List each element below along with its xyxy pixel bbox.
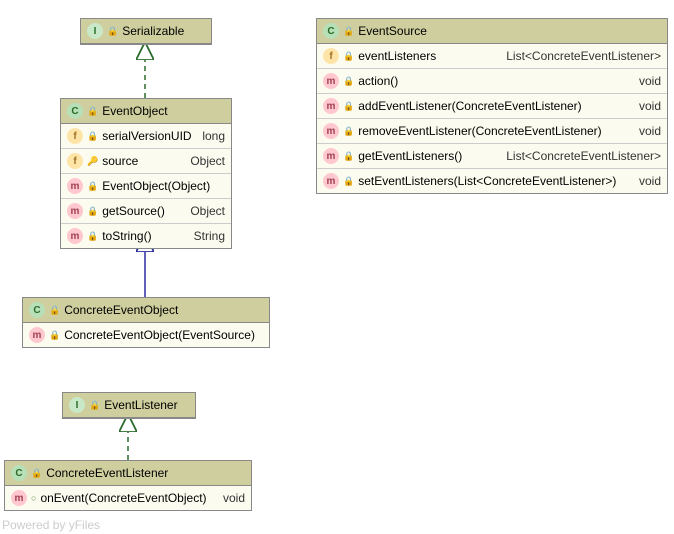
class-header: C 🔒 ConcreteEventListener [5,461,251,486]
method-type: void [639,174,661,188]
method-icon: m [67,203,83,219]
lock-icon: 🔒 [87,106,98,117]
field-type: Object [190,154,225,168]
class-event-listener: I 🔒 EventListener [62,392,196,419]
class-concrete-event-object: C 🔒 ConcreteEventObject m 🔒 ConcreteEven… [22,297,270,348]
lock-icon: 🔒 [343,126,354,137]
class-name: EventListener [104,398,177,412]
method-icon: m [29,327,45,343]
method-row: m 🔒 getEventListeners() List<ConcreteEve… [317,144,667,169]
lock-icon: 🔒 [87,131,98,142]
field-type: long [202,129,225,143]
watermark: Powered by yFiles [2,518,100,532]
method-icon: m [323,123,339,139]
lock-icon: 🔒 [343,101,354,112]
field-type: List<ConcreteEventListener> [506,49,661,63]
class-header: C 🔒 EventObject [61,99,231,124]
class-name: ConcreteEventListener [46,466,168,480]
lock-icon: 🔒 [343,176,354,187]
field-name: source [102,154,186,168]
class-header: I 🔒 Serializable [81,19,211,44]
method-row: m 🔒 addEventListener(ConcreteEventListen… [317,94,667,119]
method-row: m 🔒 EventObject(Object) [61,174,231,199]
method-type: void [223,491,245,505]
field-icon: f [67,128,83,144]
class-serializable: I 🔒 Serializable [80,18,212,45]
method-type: String [194,229,225,243]
class-icon: C [29,302,45,318]
method-name: getEventListeners() [358,149,502,163]
method-type: Object [190,204,225,218]
method-name: setEventListeners(List<ConcreteEventList… [358,174,635,188]
class-icon: C [67,103,83,119]
field-icon: f [323,48,339,64]
field-name: eventListeners [358,49,502,63]
method-icon: m [67,178,83,194]
method-type: List<ConcreteEventListener> [506,149,661,163]
method-name: addEventListener(ConcreteEventListener) [358,99,635,113]
class-name: EventObject [102,104,167,118]
method-row: m 🔒 removeEventListener(ConcreteEventLis… [317,119,667,144]
lock-icon: 🔒 [87,231,98,242]
key-icon: 🔑 [87,156,98,167]
method-row: m 🔒 action() void [317,69,667,94]
field-row: f 🔑 source Object [61,149,231,174]
class-event-source: C 🔒 EventSource f 🔒 eventListeners List<… [316,18,668,194]
lock-icon: 🔒 [343,76,354,87]
field-row: f 🔒 eventListeners List<ConcreteEventLis… [317,44,667,69]
class-header: I 🔒 EventListener [63,393,195,418]
method-icon: m [323,73,339,89]
method-type: void [639,74,661,88]
interface-icon: I [87,23,103,39]
class-name: Serializable [122,24,184,38]
method-name: EventObject(Object) [102,179,225,193]
method-row: m ○ onEvent(ConcreteEventObject) void [5,486,251,510]
method-type: void [639,99,661,113]
field-icon: f [67,153,83,169]
lock-icon: 🔒 [107,26,118,37]
lock-icon: 🔒 [343,26,354,37]
class-name: EventSource [358,24,427,38]
method-name: action() [358,74,635,88]
class-icon: C [11,465,27,481]
method-name: removeEventListener(ConcreteEventListene… [358,124,635,138]
field-row: f 🔒 serialVersionUID long [61,124,231,149]
lock-icon: 🔒 [343,151,354,162]
lock-icon: 🔒 [89,400,100,411]
lock-icon: 🔒 [49,305,60,316]
field-name: serialVersionUID [102,129,198,143]
lock-icon: 🔒 [31,468,42,479]
lock-icon: 🔒 [87,206,98,217]
class-concrete-event-listener: C 🔒 ConcreteEventListener m ○ onEvent(Co… [4,460,252,511]
method-icon: m [323,98,339,114]
class-icon: C [323,23,339,39]
method-icon: m [11,490,27,506]
method-icon: m [67,228,83,244]
method-name: onEvent(ConcreteEventObject) [40,491,219,505]
interface-icon: I [69,397,85,413]
method-icon: m [323,173,339,189]
lock-icon: 🔒 [343,51,354,62]
class-event-object: C 🔒 EventObject f 🔒 serialVersionUID lon… [60,98,232,249]
lock-icon: 🔒 [49,330,60,341]
lock-icon: 🔒 [87,181,98,192]
method-row: m 🔒 toString() String [61,224,231,248]
method-row: m 🔒 setEventListeners(List<ConcreteEvent… [317,169,667,193]
class-header: C 🔒 EventSource [317,19,667,44]
method-name: toString() [102,229,189,243]
method-type: void [639,124,661,138]
method-row: m 🔒 getSource() Object [61,199,231,224]
method-icon: m [323,148,339,164]
method-row: m 🔒 ConcreteEventObject(EventSource) [23,323,269,347]
class-name: ConcreteEventObject [64,303,178,317]
method-name: ConcreteEventObject(EventSource) [64,328,263,342]
class-header: C 🔒 ConcreteEventObject [23,298,269,323]
open-icon: ○ [31,493,36,503]
method-name: getSource() [102,204,186,218]
